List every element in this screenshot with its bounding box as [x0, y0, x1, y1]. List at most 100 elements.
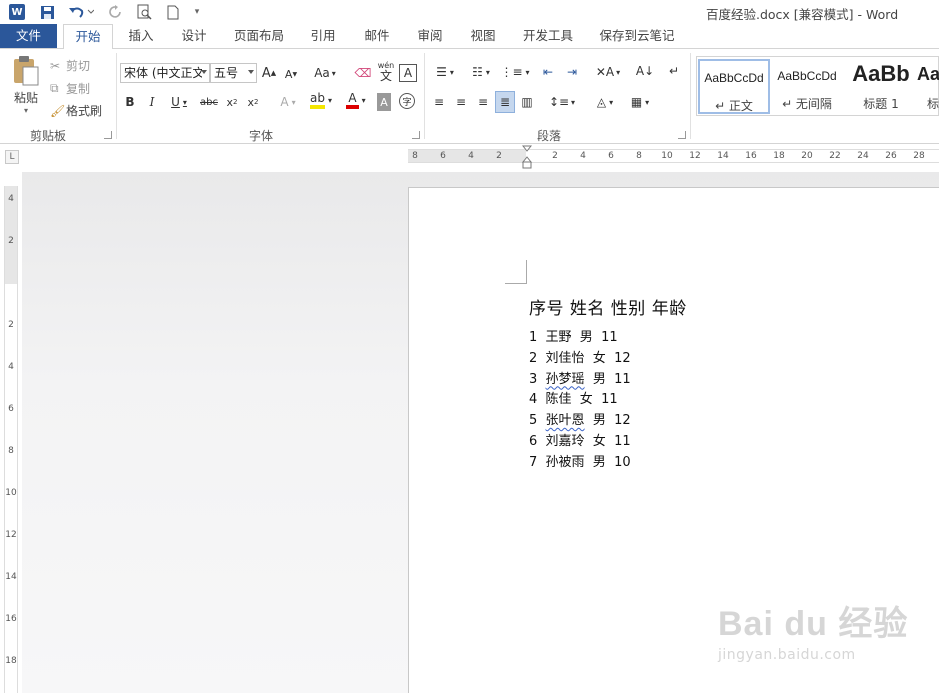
ruler-tick: 22 [829, 151, 841, 161]
style-name: ↵ 正文 [715, 99, 753, 113]
decrease-indent-icon[interactable]: ⇤ [539, 63, 557, 81]
italic-button[interactable]: I [145, 93, 159, 111]
line-spacing-button[interactable]: ↕≡ ▾ [548, 93, 576, 111]
style-name: 标 [927, 97, 939, 111]
increase-indent-icon[interactable]: ⇥ [563, 63, 581, 81]
paragraph-launcher-icon[interactable] [678, 131, 686, 139]
change-case-button[interactable]: Aa ▾ [311, 64, 339, 82]
shading-button[interactable]: ◬ ▾ [591, 93, 619, 111]
justify-icon[interactable]: ≣ [495, 91, 515, 113]
tab-view[interactable]: 视图 [462, 24, 504, 48]
word-logo-icon[interactable]: W [9, 3, 25, 21]
ruler-tick: 8 [412, 151, 418, 161]
align-left-icon[interactable]: ≡ [432, 93, 446, 111]
clear-formatting-icon[interactable]: ⌫ [355, 64, 372, 82]
numbering-button[interactable]: ☷ ▾ [466, 63, 496, 81]
sort-icon[interactable]: A↓ [636, 62, 654, 80]
vertical-ruler[interactable]: 4 2 2 4 6 8 10 12 14 16 18 [4, 186, 18, 693]
font-color-button[interactable]: A ▾ [341, 91, 371, 109]
bullets-button[interactable]: ☰ ▾ [430, 63, 460, 81]
tab-design[interactable]: 设计 [173, 24, 215, 48]
subscript-button[interactable]: x2 [224, 93, 240, 111]
borders-icon: ▦ [630, 95, 643, 109]
table-header-line[interactable]: 序号 姓名 性别 年龄 [529, 294, 687, 319]
spell-error-name[interactable]: 孙梦瑶 [546, 372, 585, 387]
tab-save-to-cloud-notes[interactable]: 保存到云笔记 [592, 24, 682, 48]
row-rest: 男 11 [584, 371, 631, 387]
list-item[interactable]: 6 刘嘉玲 女 11 [529, 432, 631, 453]
character-border-icon[interactable]: A [399, 64, 417, 82]
cut-button[interactable]: ✂ 剪切 [50, 57, 90, 74]
ruler-tick: 14 [717, 151, 729, 161]
clipboard-launcher-icon[interactable] [104, 131, 112, 139]
asian-layout-button[interactable]: ✕A ▾ [594, 63, 622, 81]
bold-button[interactable]: B [123, 93, 137, 111]
align-right-icon[interactable]: ≡ [476, 93, 490, 111]
grow-font-icon[interactable]: A ▲ [262, 64, 276, 82]
ruler-tick: 8 [636, 151, 642, 161]
phonetic-guide-button[interactable]: wén 文 [376, 59, 396, 83]
tab-insert[interactable]: 插入 [121, 24, 161, 48]
show-hide-marks-icon[interactable]: ↵ [666, 62, 682, 80]
tab-review[interactable]: 审阅 [410, 24, 450, 48]
strikethrough-button[interactable]: abc [199, 93, 219, 111]
undo-icon[interactable] [66, 3, 96, 21]
style-heading-2[interactable]: AaB 标 [917, 59, 939, 114]
save-icon[interactable] [38, 3, 56, 21]
pinyin-bottom: 文 [379, 69, 392, 83]
list-item[interactable]: 5 张叶恩 男 12 [529, 411, 631, 432]
highlight-color-button[interactable]: ab ▾ [306, 91, 336, 109]
tab-mailings[interactable]: 邮件 [356, 24, 398, 48]
underline-button[interactable]: U ▾ [167, 93, 191, 111]
text-effects-button[interactable]: A ▾ [276, 93, 300, 111]
tab-developer[interactable]: 开发工具 [516, 24, 580, 48]
bullets-icon: ☰ [436, 65, 447, 79]
list-item[interactable]: 7 孙被雨 男 10 [529, 453, 631, 474]
tab-home[interactable]: 开始 [63, 24, 113, 49]
paste-dropdown-icon: ▾ [23, 106, 28, 115]
numbering-icon: ☷ [472, 65, 483, 79]
new-document-icon[interactable] [165, 3, 181, 21]
enclose-characters-icon[interactable]: 字 [399, 93, 415, 109]
style-name: 标题 1 [863, 97, 899, 111]
format-painter-label: 格式刷 [66, 104, 103, 118]
list-item[interactable]: 4 陈佳 女 11 [529, 390, 631, 411]
redo-icon[interactable] [106, 3, 124, 21]
paste-button[interactable]: 粘贴 ▾ [8, 55, 44, 121]
multilevel-list-button[interactable]: ⋮≡ ▾ [500, 63, 530, 81]
horizontal-ruler[interactable]: 8 6 4 2 2 4 6 8 10 12 14 16 18 20 22 24 … [408, 145, 939, 169]
spell-error-name[interactable]: 张叶恩 [546, 413, 585, 428]
ruler-tick: 6 [8, 404, 14, 414]
paintbrush-icon: 🖌 [50, 103, 66, 118]
distributed-icon[interactable]: ▥ [519, 93, 535, 111]
scissors-icon: ✂ [50, 58, 61, 73]
font-size-select[interactable]: 五号 [210, 63, 257, 83]
copy-button[interactable]: ⧉ 复制 [50, 80, 90, 97]
list-item[interactable]: 3 孙梦瑶 男 11 [529, 370, 631, 391]
list-item[interactable]: 1 王野 男 11 [529, 328, 631, 349]
borders-button[interactable]: ▦ ▾ [626, 93, 654, 111]
format-painter-button[interactable]: 🖌 格式刷 [50, 102, 102, 119]
tab-file[interactable]: 文件 [0, 24, 57, 48]
watermark-url: jingyan.baidu.com [718, 647, 856, 663]
ruler-tick: 4 [580, 151, 586, 161]
align-center-icon[interactable]: ≡ [454, 93, 468, 111]
character-shading-icon[interactable]: A [377, 93, 391, 111]
style-normal[interactable]: AaBbCcDd ↵ 正文 [698, 59, 770, 114]
watermark-brand: Bai du 经验 [718, 605, 909, 643]
style-heading-1[interactable]: AaBb 标题 1 [845, 59, 917, 114]
ruler-tick: 20 [801, 151, 813, 161]
font-name-select[interactable]: 宋体 (中文正文 [120, 63, 210, 83]
font-launcher-icon[interactable] [412, 131, 420, 139]
indent-marker-icon[interactable] [521, 145, 533, 172]
style-no-spacing[interactable]: AaBbCcDd ↵ 无间隔 [771, 59, 843, 114]
list-item[interactable]: 2 刘佳怡 女 12 [529, 349, 631, 370]
tab-selector-icon[interactable]: L [5, 150, 19, 164]
shrink-font-icon[interactable]: A ▼ [284, 65, 298, 83]
print-preview-icon[interactable] [135, 3, 153, 21]
superscript-button[interactable]: x2 [245, 93, 261, 111]
tab-layout[interactable]: 页面布局 [227, 24, 291, 48]
customize-quick-access-icon[interactable]: ▾ [192, 3, 202, 21]
ruler-tick: 4 [8, 194, 14, 204]
tab-references[interactable]: 引用 [303, 24, 343, 48]
